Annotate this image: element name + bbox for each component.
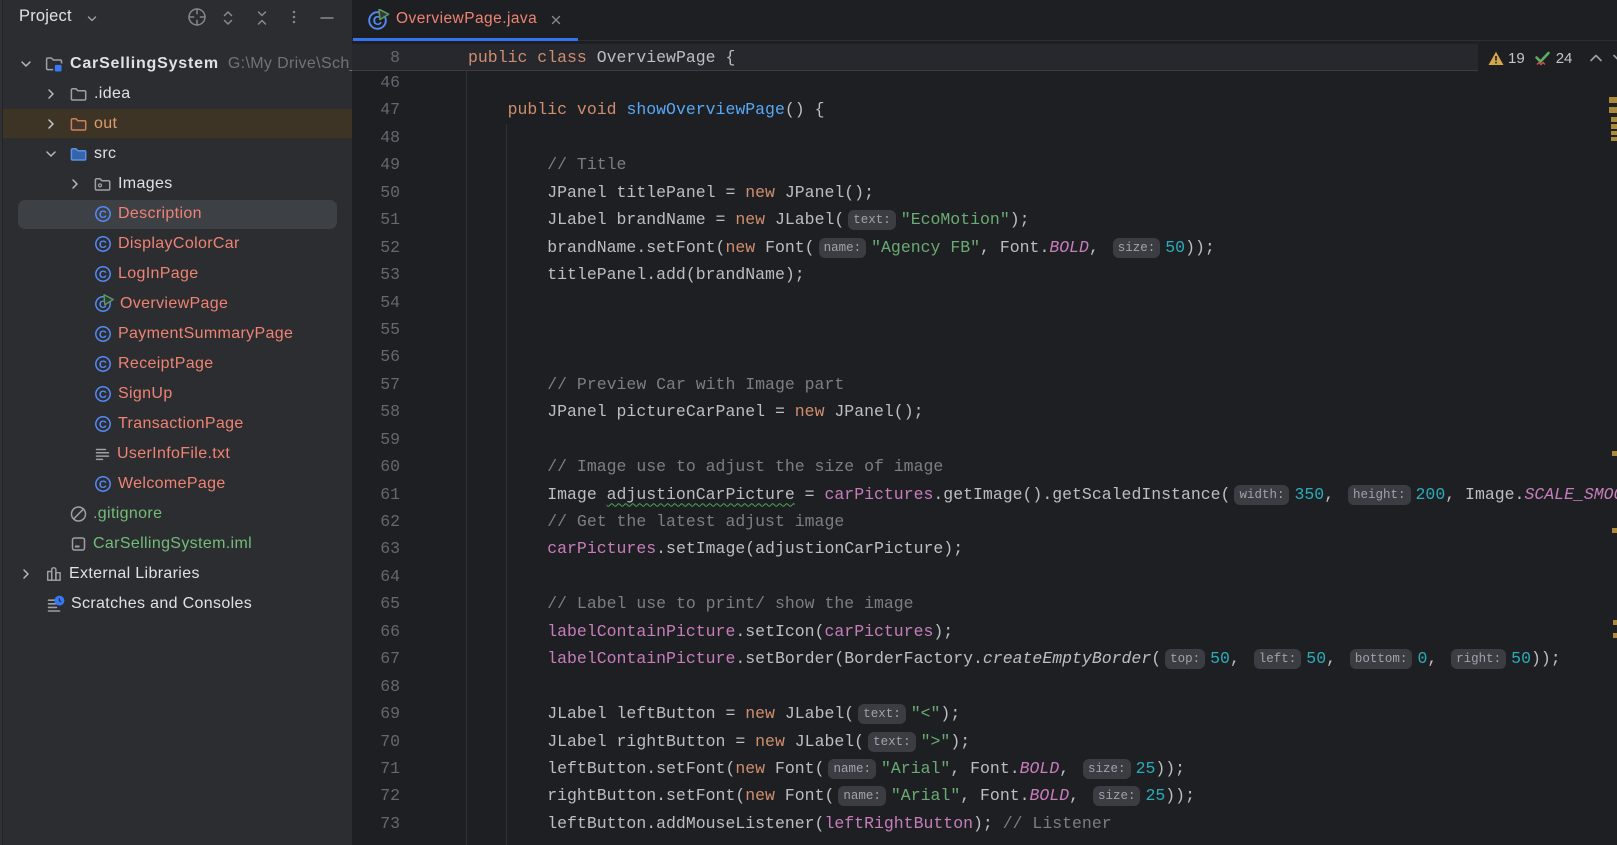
svg-text:C: C — [99, 239, 107, 251]
svg-text:C: C — [99, 479, 107, 491]
svg-text:C: C — [99, 419, 107, 431]
svg-text:C: C — [99, 269, 107, 281]
svg-text:C: C — [99, 389, 107, 401]
svg-text:C: C — [99, 359, 107, 371]
svg-text:C: C — [99, 209, 107, 221]
svg-text:C: C — [99, 329, 107, 341]
